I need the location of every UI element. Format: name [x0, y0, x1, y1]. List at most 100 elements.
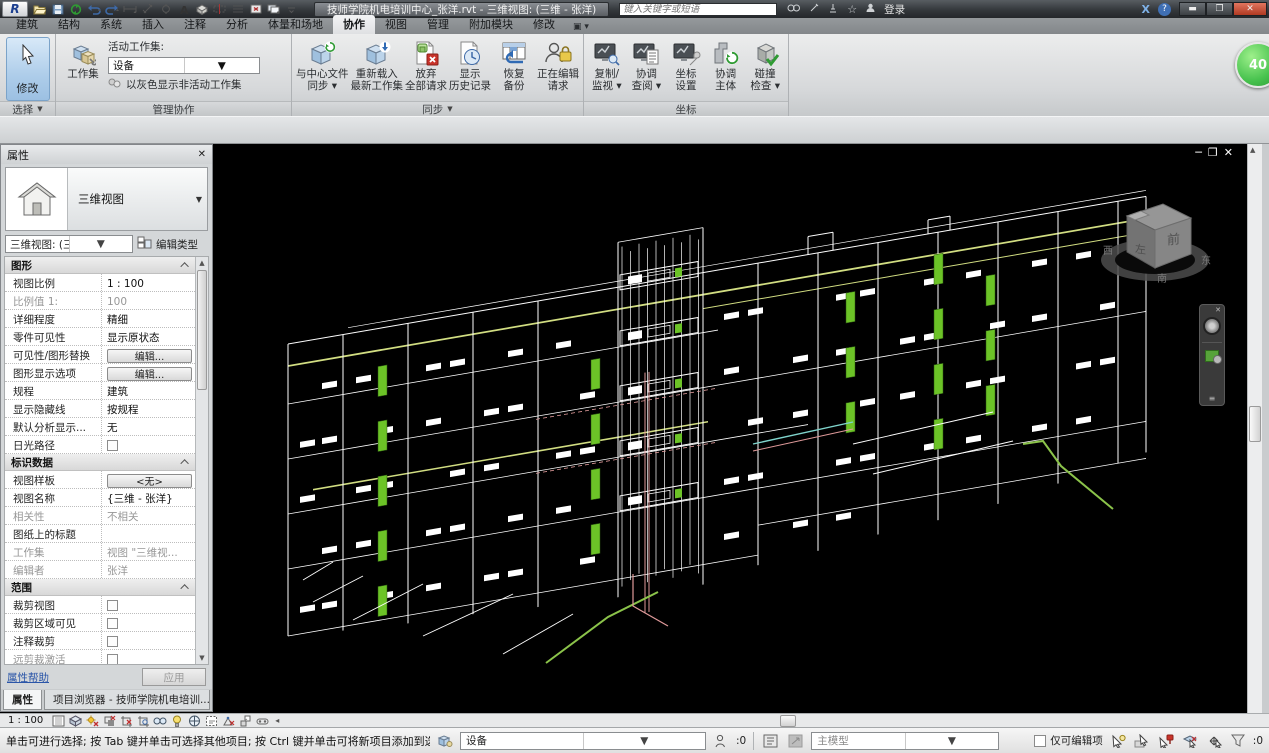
shadows-icon[interactable]	[102, 715, 116, 727]
worksets-button[interactable]: 工作集	[60, 37, 106, 101]
collapse-chevron-icon[interactable]	[180, 584, 188, 592]
editing-requests-icon[interactable]	[711, 732, 731, 750]
worksets-status-icon[interactable]	[435, 732, 455, 750]
equipment-panel[interactable]	[591, 523, 600, 555]
view-minimize-icon[interactable]: ─	[1195, 146, 1208, 159]
temporary-view-properties-icon[interactable]	[204, 715, 218, 727]
restore-backup-button[interactable]: 恢复备份	[493, 37, 535, 101]
scroll-down-icon[interactable]: ▼	[196, 652, 208, 664]
select-by-face-icon[interactable]	[1180, 732, 1200, 750]
property-value[interactable]	[101, 596, 195, 613]
scroll-up-icon[interactable]: ▲	[196, 257, 208, 269]
tab-系统[interactable]: 系统	[90, 15, 132, 34]
drag-on-selection-icon[interactable]	[1204, 732, 1224, 750]
property-checkbox[interactable]	[107, 600, 118, 611]
select-links-icon[interactable]	[1108, 732, 1128, 750]
property-value[interactable]: 显示原状态	[101, 328, 195, 345]
equipment-panel[interactable]	[846, 291, 855, 323]
tab-修改[interactable]: 修改	[523, 15, 565, 34]
property-value[interactable]	[101, 525, 195, 542]
help-search-box[interactable]	[619, 3, 777, 16]
equipment-panel[interactable]	[986, 274, 995, 306]
property-edit-button[interactable]: 编辑...	[107, 349, 192, 363]
view-scale-button[interactable]: 1 : 100	[8, 715, 43, 726]
edit-type-button[interactable]: 编辑类型	[156, 237, 198, 252]
search-icon[interactable]	[787, 3, 800, 16]
collapse-chevron-icon[interactable]	[180, 262, 188, 270]
scroll-up-icon[interactable]: ▲	[1250, 146, 1255, 154]
property-group-标识数据[interactable]: 标识数据	[5, 454, 195, 471]
property-value[interactable]: 按规程	[101, 400, 195, 417]
favorites-star-icon[interactable]: ☆	[847, 3, 857, 16]
crop-region-icon[interactable]	[119, 715, 133, 727]
chevron-down-icon[interactable]: ▼	[191, 168, 207, 230]
equipment-panel[interactable]	[591, 358, 600, 390]
design-option-dropdown[interactable]: 主模型 ▼	[811, 732, 999, 750]
scrollbar-thumb[interactable]	[1249, 406, 1261, 442]
property-value[interactable]: {三维 - 张洋}	[101, 489, 195, 506]
tab-properties[interactable]: 属性	[3, 690, 42, 710]
ribbon-display-toggle-icon[interactable]: ▣ ▾	[573, 22, 589, 34]
navbar-menu-icon[interactable]: ≡	[1209, 394, 1216, 403]
gray-inactive-worksets-toggle[interactable]: 以灰色显示非活动工作集	[108, 77, 260, 92]
property-value[interactable]	[101, 650, 195, 665]
coordination-host-button[interactable]: 协调主体	[707, 37, 745, 101]
property-value[interactable]: 不相关	[101, 507, 195, 524]
property-value[interactable]: 视图 "三维视...	[101, 543, 195, 560]
properties-help-link[interactable]: 属性帮助	[7, 670, 49, 685]
property-value[interactable]: 编辑...	[101, 346, 195, 363]
equipment-panel[interactable]	[986, 384, 995, 416]
equipment-panel[interactable]	[378, 365, 387, 397]
property-value[interactable]	[101, 436, 195, 453]
synchronize-panel-label[interactable]: 同步▼	[292, 101, 583, 116]
property-value[interactable]: 1 : 100	[101, 274, 195, 291]
viewcube-left-label[interactable]: 左	[1135, 242, 1146, 256]
view-cube[interactable]: 西 南 东 左 前	[1097, 194, 1217, 302]
close-icon[interactable]: ✕	[198, 149, 206, 160]
properties-scrollbar[interactable]: ▲ ▼	[195, 257, 208, 664]
view-close-icon[interactable]: ✕	[1224, 146, 1239, 159]
show-crop-icon[interactable]	[136, 715, 150, 727]
chevron-down-icon[interactable]: ▼	[905, 733, 999, 749]
vcb-collapse-icon[interactable]: ◂	[275, 716, 279, 725]
property-value[interactable]: 编辑...	[101, 364, 195, 381]
design-options-icon[interactable]	[761, 732, 781, 750]
filter-icon[interactable]	[1228, 732, 1248, 750]
property-value[interactable]: 精细	[101, 310, 195, 327]
3d-wireframe-model[interactable]	[213, 144, 1247, 713]
sync-with-central-button[interactable]: 与中心文件同步 ▾	[296, 37, 349, 101]
view-restore-icon[interactable]: ❐	[1208, 146, 1224, 159]
tab-分析[interactable]: 分析	[216, 15, 258, 34]
tab-体量和场地[interactable]: 体量和场地	[258, 15, 333, 34]
instance-selector-dropdown[interactable]: 三维视图: (三维 - 张 ▼	[5, 235, 133, 253]
chevron-down-icon[interactable]: ▼	[69, 236, 133, 252]
filter-count[interactable]: :0	[1253, 735, 1263, 747]
close-button[interactable]: ✕	[1233, 2, 1267, 16]
hide-analytical-icon[interactable]	[221, 715, 235, 727]
property-checkbox[interactable]	[107, 440, 118, 451]
minimize-button[interactable]: ▬	[1179, 2, 1206, 16]
compass-south-label[interactable]: 南	[1157, 272, 1167, 285]
property-group-图形[interactable]: 图形	[5, 257, 195, 274]
property-value[interactable]: 100	[101, 292, 195, 309]
chevron-down-icon[interactable]: ▼	[583, 733, 706, 749]
tab-project-browser[interactable]: 项目浏览器 - 技师学院机电培训...	[44, 690, 210, 710]
tab-视图[interactable]: 视图	[375, 15, 417, 34]
active-workset-dropdown[interactable]: 设备 ▼	[108, 57, 260, 74]
equipment-panel[interactable]	[846, 346, 855, 378]
property-checkbox[interactable]	[107, 618, 118, 629]
property-checkbox[interactable]	[107, 654, 118, 665]
vertical-scrollbar[interactable]: ▲	[1247, 144, 1262, 713]
sun-path-icon[interactable]	[85, 715, 99, 727]
search-input[interactable]	[620, 4, 776, 15]
relinquish-all-button[interactable]: 放弃全部请求	[405, 37, 447, 101]
constraints-icon[interactable]	[255, 715, 269, 727]
interference-check-button[interactable]: 碰撞检查 ▾	[746, 37, 784, 101]
viewcube-front-label[interactable]: 前	[1167, 231, 1180, 248]
tab-建筑[interactable]: 建筑	[6, 15, 48, 34]
select-pinned-icon[interactable]	[1156, 732, 1176, 750]
select-panel-label[interactable]: 选择▼	[0, 101, 55, 116]
property-value[interactable]	[101, 632, 195, 649]
equipment-panel[interactable]	[378, 530, 387, 562]
login-label[interactable]: 登录	[884, 2, 905, 17]
